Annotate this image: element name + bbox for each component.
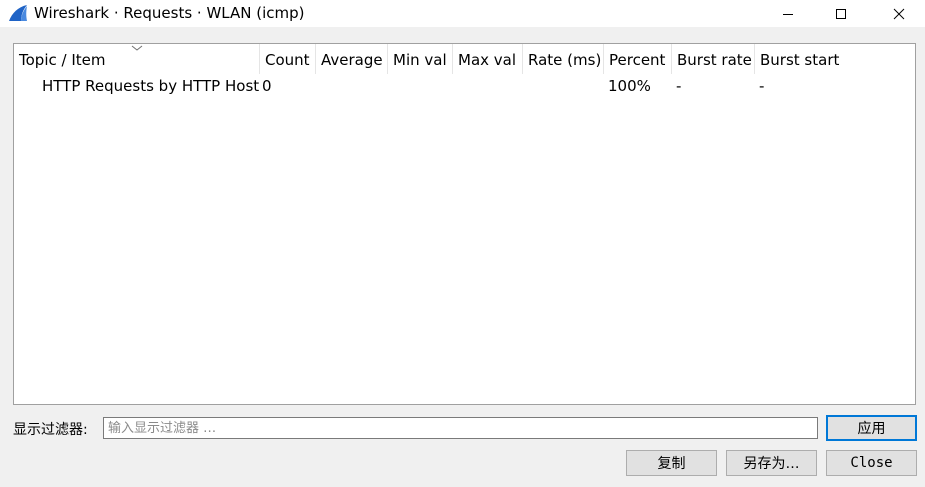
maximize-icon (836, 8, 846, 19)
column-header-average[interactable]: Average (316, 44, 388, 74)
column-label: Min val (393, 51, 447, 69)
column-label: Topic / Item (19, 51, 106, 69)
title-bar: Wireshark · Requests · WLAN (icmp) (0, 0, 925, 27)
column-label: Burst rate (677, 51, 752, 69)
column-header-rate[interactable]: Rate (ms) (523, 44, 604, 74)
display-filter-label: 显示过滤器: (13, 422, 88, 438)
column-header-burst-rate[interactable]: Burst rate (672, 44, 755, 74)
cell-count: 0 (262, 77, 272, 95)
cell-percent: 100% (608, 77, 651, 95)
copy-button[interactable]: 复制 (626, 450, 717, 476)
close-button[interactable]: Close (826, 450, 917, 476)
wireshark-fin-icon (9, 5, 27, 21)
column-label: Count (265, 51, 310, 69)
column-label: Average (321, 51, 383, 69)
minimize-button[interactable] (765, 0, 811, 27)
close-icon (893, 8, 905, 19)
table-header: Topic / Item Count Average Min val Max v… (14, 44, 915, 74)
maximize-button[interactable] (818, 0, 864, 27)
apply-button[interactable]: 应用 (826, 415, 917, 441)
sort-chevron-down-icon (131, 45, 143, 51)
save-as-button[interactable]: 另存为… (726, 450, 817, 476)
window-title: Wireshark · Requests · WLAN (icmp) (34, 4, 305, 22)
minimize-icon (783, 13, 793, 15)
cell-burst-rate: - (676, 77, 682, 95)
column-label: Percent (609, 51, 666, 69)
column-label: Max val (458, 51, 517, 69)
cell-burst-start: - (759, 77, 765, 95)
column-label: Rate (ms) (528, 51, 602, 69)
column-header-min-val[interactable]: Min val (388, 44, 453, 74)
column-header-burst-start[interactable]: Burst start (755, 44, 915, 74)
cell-topic: HTTP Requests by HTTP Host (42, 77, 260, 95)
column-header-percent[interactable]: Percent (604, 44, 672, 74)
column-header-max-val[interactable]: Max val (453, 44, 523, 74)
display-filter-input[interactable] (103, 417, 818, 439)
table-row[interactable]: HTTP Requests by HTTP Host 0 100% - - (14, 74, 915, 98)
close-window-button[interactable] (876, 0, 922, 27)
column-label: Burst start (760, 51, 840, 69)
column-header-topic[interactable]: Topic / Item (14, 44, 260, 74)
column-header-count[interactable]: Count (260, 44, 316, 74)
stats-tree-table[interactable]: Topic / Item Count Average Min val Max v… (13, 43, 916, 405)
